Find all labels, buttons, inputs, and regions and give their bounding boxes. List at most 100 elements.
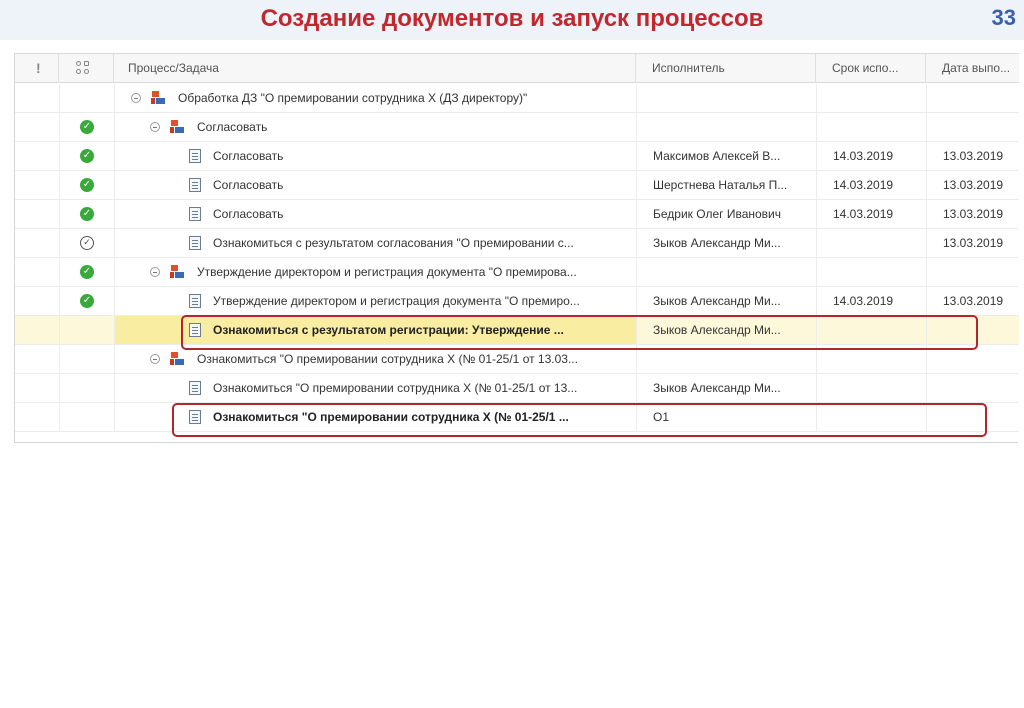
task-label: Утверждение директором и регистрация док… [213, 294, 580, 308]
done-date-cell: 13.03.2019 [926, 171, 1019, 199]
due-date-cell: 14.03.2019 [816, 200, 926, 228]
table-row[interactable]: ✓ Согласовать [15, 113, 1019, 142]
slide-title: Создание документов и запуск процессов [260, 5, 764, 32]
task-cell[interactable]: Согласовать [114, 171, 636, 199]
table-row[interactable]: Ознакомиться "О премировании сотрудника … [15, 374, 1019, 403]
table-row[interactable]: ✓ Утверждение директором и регистрация до… [15, 287, 1019, 316]
due-date-cell: 14.03.2019 [816, 142, 926, 170]
task-label: Обработка ДЗ "О премировании сотрудника … [178, 91, 528, 105]
grid-header: ! Процесс/Задача Исполнитель Срок испо..… [15, 53, 1019, 83]
task-document-icon [189, 149, 201, 163]
process-icon [169, 119, 187, 135]
done-date-cell: 13.03.2019 [926, 200, 1019, 228]
status-cell: ✓ [59, 258, 114, 286]
slide-number: 33 [991, 5, 1016, 30]
exclamation-icon: ! [36, 60, 41, 76]
task-document-icon [189, 207, 201, 221]
collapse-toggle-icon[interactable] [150, 267, 160, 277]
task-cell[interactable]: Согласовать [114, 200, 636, 228]
status-cell: ✓ [59, 171, 114, 199]
status-cell: ✓ [59, 200, 114, 228]
task-document-icon [189, 381, 201, 395]
check-circle-icon: ✓ [80, 178, 94, 192]
due-date-cell [816, 258, 926, 286]
task-cell[interactable]: Обработка ДЗ "О премировании сотрудника … [114, 84, 636, 112]
status-cell: ✓ [59, 142, 114, 170]
task-label: Согласовать [213, 178, 284, 192]
table-row[interactable]: ✓ Согласовать Максимов Алексей В... 14.03.2… [15, 142, 1019, 171]
due-date-cell: 14.03.2019 [816, 171, 926, 199]
status-cell: ✓ [59, 229, 114, 257]
importance-cell [15, 345, 59, 373]
importance-cell [15, 258, 59, 286]
task-label: Согласовать [197, 120, 268, 134]
done-date-cell: 13.03.2019 [926, 287, 1019, 315]
task-cell[interactable]: Согласовать [114, 113, 636, 141]
process-icon [169, 264, 187, 280]
task-document-icon [189, 236, 201, 250]
done-date-cell [926, 113, 1019, 141]
executor-cell: Бедрик Олег Иванович [636, 200, 816, 228]
due-date-cell [816, 113, 926, 141]
executor-cell: Шерстнева Наталья П... [636, 171, 816, 199]
due-date-cell [816, 84, 926, 112]
executor-cell [636, 84, 816, 112]
importance-cell [15, 316, 59, 344]
task-label: Согласовать [213, 207, 284, 221]
task-label: Ознакомиться с результатом согласования … [213, 236, 574, 250]
column-header-status[interactable] [59, 54, 114, 83]
column-header-executor[interactable]: Исполнитель [636, 54, 816, 83]
done-date-cell [926, 258, 1019, 286]
process-task-grid: ! Процесс/Задача Исполнитель Срок испо..… [14, 53, 1019, 443]
highlight-box-registration [181, 315, 978, 350]
importance-cell [15, 200, 59, 228]
check-circle-icon: ✓ [80, 207, 94, 221]
table-row[interactable]: Обработка ДЗ "О премировании сотрудника … [15, 84, 1019, 113]
task-cell[interactable]: Ознакомиться "О премировании сотрудника … [114, 374, 636, 402]
status-icon [76, 61, 94, 76]
status-cell [59, 84, 114, 112]
executor-cell: Максимов Алексей В... [636, 142, 816, 170]
executor-cell: Зыков Александр Ми... [636, 374, 816, 402]
table-row[interactable]: ✓ Согласовать Бедрик Олег Иванович 14.03.20… [15, 200, 1019, 229]
column-header-done[interactable]: Дата выпо... [926, 54, 1019, 83]
done-date-cell [926, 374, 1019, 402]
table-row[interactable]: ✓ Утверждение директором и регистрация до… [15, 258, 1019, 287]
done-date-cell [926, 84, 1019, 112]
importance-cell [15, 113, 59, 141]
column-header-importance[interactable]: ! [15, 54, 59, 83]
collapse-toggle-icon[interactable] [150, 122, 160, 132]
due-date-cell [816, 229, 926, 257]
due-date-cell: 14.03.2019 [816, 287, 926, 315]
check-circle-icon: ✓ [80, 265, 94, 279]
collapse-toggle-icon[interactable] [150, 354, 160, 364]
done-date-cell: 13.03.2019 [926, 229, 1019, 257]
task-cell[interactable]: Утверждение директором и регистрация док… [114, 287, 636, 315]
importance-cell [15, 229, 59, 257]
status-cell [59, 403, 114, 431]
column-header-task[interactable]: Процесс/Задача [114, 54, 636, 83]
task-document-icon [189, 294, 201, 308]
task-cell[interactable]: Ознакомиться с результатом согласования … [114, 229, 636, 257]
importance-cell [15, 287, 59, 315]
process-icon [169, 351, 187, 367]
importance-cell [15, 142, 59, 170]
task-label: Утверждение директором и регистрация док… [197, 265, 577, 279]
table-row[interactable]: ✓ Согласовать Шерстнева Наталья П... 14.03.… [15, 171, 1019, 200]
status-cell [59, 374, 114, 402]
executor-cell: Зыков Александр Ми... [636, 287, 816, 315]
task-cell[interactable]: Утверждение директором и регистрация док… [114, 258, 636, 286]
status-cell: ✓ [59, 287, 114, 315]
check-circle-icon: ✓ [80, 294, 94, 308]
task-label: Согласовать [213, 149, 284, 163]
task-label: Ознакомиться "О премировании сотрудника … [213, 381, 578, 395]
importance-cell [15, 171, 59, 199]
task-cell[interactable]: Согласовать [114, 142, 636, 170]
due-date-cell [816, 374, 926, 402]
table-row[interactable]: ✓ Ознакомиться с результатом согласования… [15, 229, 1019, 258]
collapse-toggle-icon[interactable] [131, 93, 141, 103]
executor-cell [636, 113, 816, 141]
column-header-due[interactable]: Срок испо... [816, 54, 926, 83]
grid-bottom-border [14, 442, 1018, 443]
importance-cell [15, 84, 59, 112]
